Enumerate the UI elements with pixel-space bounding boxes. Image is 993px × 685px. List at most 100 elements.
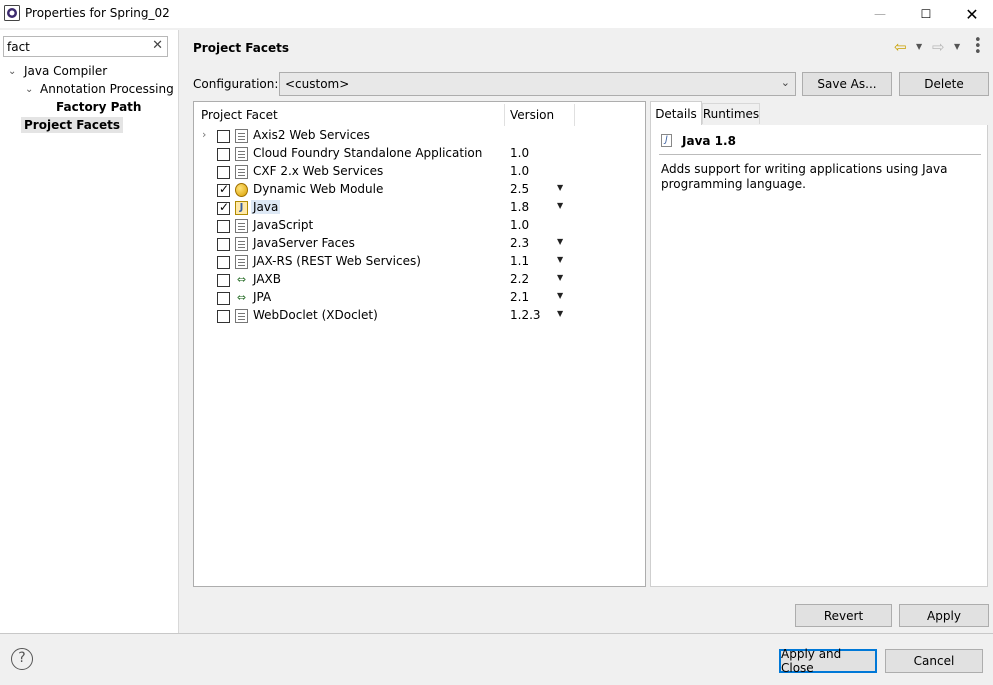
configuration-label: Configuration:	[193, 77, 279, 91]
maximize-button[interactable]: ☐	[903, 0, 949, 28]
document-icon	[235, 129, 248, 143]
table-row[interactable]: JJava 1.8 ▼	[194, 199, 645, 217]
cancel-button[interactable]: Cancel	[885, 649, 983, 673]
column-header-version[interactable]: Version	[510, 108, 554, 122]
table-row[interactable]: Dynamic Web Module 2.5 ▼	[194, 181, 645, 199]
column-divider[interactable]	[574, 104, 575, 126]
facet-name: WebDoclet (XDoclet)	[253, 308, 378, 322]
facet-version[interactable]: 1.1	[510, 254, 529, 268]
facet-name: Axis2 Web Services	[253, 128, 370, 142]
version-dropdown-icon[interactable]: ▼	[557, 255, 563, 264]
tree-item-java-compiler[interactable]: Java Compiler	[24, 64, 107, 78]
tab-details[interactable]: Details	[650, 101, 702, 125]
version-dropdown-icon[interactable]: ▼	[557, 309, 563, 318]
facet-version: 1.0	[510, 146, 530, 160]
filter-field[interactable]: ✕	[3, 36, 168, 57]
forward-arrow-icon[interactable]: ⇨	[932, 38, 945, 56]
facet-checkbox[interactable]	[217, 292, 230, 305]
facet-name: JPA	[253, 290, 272, 304]
facet-version[interactable]: 2.1	[510, 290, 529, 304]
divider	[0, 633, 993, 634]
view-menu-icon[interactable]: • • •	[974, 34, 982, 59]
java-icon: J	[235, 201, 248, 215]
facet-checkbox[interactable]	[217, 166, 230, 179]
facet-checkbox[interactable]	[217, 130, 230, 143]
column-header-facet[interactable]: Project Facet	[201, 108, 278, 122]
facet-name: JavaServer Faces	[253, 236, 355, 250]
version-dropdown-icon[interactable]: ▼	[557, 183, 563, 192]
version-dropdown-icon[interactable]: ▼	[557, 273, 563, 282]
tree-item-factory-path[interactable]: Factory Path	[56, 100, 141, 114]
clear-filter-icon[interactable]: ✕	[152, 38, 163, 53]
tree-item-annotation-processing[interactable]: Annotation Processing	[40, 82, 174, 96]
facet-checkbox[interactable]	[217, 274, 230, 287]
facet-version[interactable]: 2.3	[510, 236, 529, 250]
table-row[interactable]: ⇔ JAXB 2.2 ▼	[194, 271, 645, 289]
facet-name: CXF 2.x Web Services	[253, 164, 384, 178]
facet-name: Java	[251, 200, 281, 214]
expand-chevron-icon[interactable]: ›	[202, 128, 206, 141]
facet-name: JAXB	[253, 272, 281, 286]
detail-title: Java 1.8	[682, 134, 736, 148]
facet-name: JAX-RS (REST Web Services)	[253, 254, 421, 268]
delete-button[interactable]: Delete	[899, 72, 989, 96]
document-icon	[235, 237, 248, 251]
facet-checkbox[interactable]	[217, 310, 230, 323]
table-row[interactable]: JavaServer Faces 2.3 ▼	[194, 235, 645, 253]
apply-button[interactable]: Apply	[899, 604, 989, 627]
facet-checkbox[interactable]	[217, 220, 230, 233]
minimize-button[interactable]: —	[857, 0, 903, 28]
facet-version[interactable]: 2.5	[510, 182, 529, 196]
facet-checkbox[interactable]	[217, 238, 230, 251]
table-row[interactable]: CXF 2.x Web Services 1.0	[194, 163, 645, 181]
table-row[interactable]: Cloud Foundry Standalone Application 1.0	[194, 145, 645, 163]
version-dropdown-icon[interactable]: ▼	[557, 237, 563, 246]
facet-version[interactable]: 1.8	[510, 200, 529, 214]
document-icon	[235, 219, 248, 233]
facet-name: JavaScript	[253, 218, 314, 232]
version-dropdown-icon[interactable]: ▼	[557, 291, 563, 300]
filter-input[interactable]	[7, 38, 147, 55]
back-dropdown-icon[interactable]: ▼	[916, 42, 922, 51]
document-icon	[235, 147, 248, 161]
tree-item-project-facets[interactable]: Project Facets	[21, 117, 123, 133]
facet-version: 1.0	[510, 218, 530, 232]
close-button[interactable]: ✕	[949, 0, 993, 28]
facet-version[interactable]: 2.2	[510, 272, 529, 286]
chevron-down-icon: ⌄	[780, 76, 790, 89]
table-row[interactable]: WebDoclet (XDoclet) 1.2.3 ▼	[194, 307, 645, 325]
facet-name: Dynamic Web Module	[253, 182, 384, 196]
arrows-icon: ⇔	[236, 291, 247, 304]
revert-button[interactable]: Revert	[795, 604, 892, 627]
facet-checkbox[interactable]	[217, 200, 230, 215]
detail-description: Adds support for writing applications us…	[661, 162, 948, 191]
facets-table[interactable]: Project Facet Version › Axis2 Web Service…	[193, 101, 646, 587]
back-arrow-icon[interactable]: ⇦	[894, 38, 907, 56]
tab-bar: Details Runtimes	[650, 101, 988, 125]
table-row[interactable]: JavaScript 1.0	[194, 217, 645, 235]
facet-version[interactable]: 1.2.3	[510, 308, 541, 322]
arrows-icon: ⇔	[236, 273, 247, 286]
facet-checkbox[interactable]	[217, 182, 230, 197]
table-row[interactable]: › Axis2 Web Services	[194, 127, 645, 145]
divider	[659, 154, 981, 155]
save-as-button[interactable]: Save As...	[802, 72, 892, 96]
facet-name: Cloud Foundry Standalone Application	[253, 146, 483, 160]
expand-chevron-icon[interactable]: ⌄	[25, 84, 33, 95]
document-icon	[235, 165, 248, 179]
version-dropdown-icon[interactable]: ▼	[557, 201, 563, 210]
web-module-icon	[235, 183, 248, 197]
table-row[interactable]: ⇔ JPA 2.1 ▼	[194, 289, 645, 307]
tab-runtimes[interactable]: Runtimes	[702, 103, 760, 124]
facet-checkbox[interactable]	[217, 256, 230, 269]
forward-dropdown-icon[interactable]: ▼	[954, 42, 960, 51]
facet-checkbox[interactable]	[217, 148, 230, 161]
help-icon[interactable]: ?	[11, 648, 33, 670]
column-divider[interactable]	[504, 104, 505, 126]
expand-chevron-icon[interactable]: ⌄	[8, 66, 16, 77]
apply-and-close-button[interactable]: Apply and Close	[779, 647, 877, 675]
document-icon	[235, 255, 248, 269]
configuration-select[interactable]: <custom> ⌄	[279, 72, 796, 96]
table-row[interactable]: JAX-RS (REST Web Services) 1.1 ▼	[194, 253, 645, 271]
page-title: Project Facets	[193, 41, 289, 55]
